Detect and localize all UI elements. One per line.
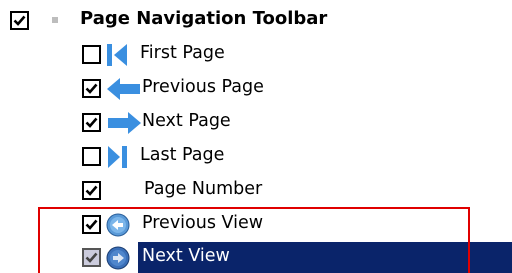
first-page-checkbox[interactable] [82,45,101,64]
toolbar-group-checkbox[interactable] [10,11,29,30]
last-page-label: Last Page [140,145,225,165]
page-number-label: Page Number [144,179,263,199]
list-item-next-page[interactable]: Next Page [0,108,512,138]
next-page-label: Next Page [142,111,231,131]
last-page-checkbox[interactable] [82,147,101,166]
previous-page-arrow-icon [107,78,140,100]
list-item-previous-page[interactable]: Previous Page [0,74,512,104]
next-page-checkbox[interactable] [82,113,101,132]
previous-page-label: Previous Page [142,77,264,97]
next-page-arrow-icon [108,112,141,134]
highlight-annotation-box [38,207,470,273]
group-bullet-icon [52,17,58,23]
list-item-last-page[interactable]: Last Page [0,142,512,172]
page-number-checkbox[interactable] [82,181,101,200]
list-item-page-number[interactable]: Page Number [0,176,512,206]
first-page-label: First Page [140,43,225,63]
last-page-icon [108,146,127,168]
list-item-first-page[interactable]: First Page [0,40,512,70]
first-page-icon [107,44,127,66]
toolbar-group-label: Page Navigation Toolbar [80,8,328,29]
previous-page-checkbox[interactable] [82,79,101,98]
toolbar-group-row[interactable]: Page Navigation Toolbar [0,8,512,38]
